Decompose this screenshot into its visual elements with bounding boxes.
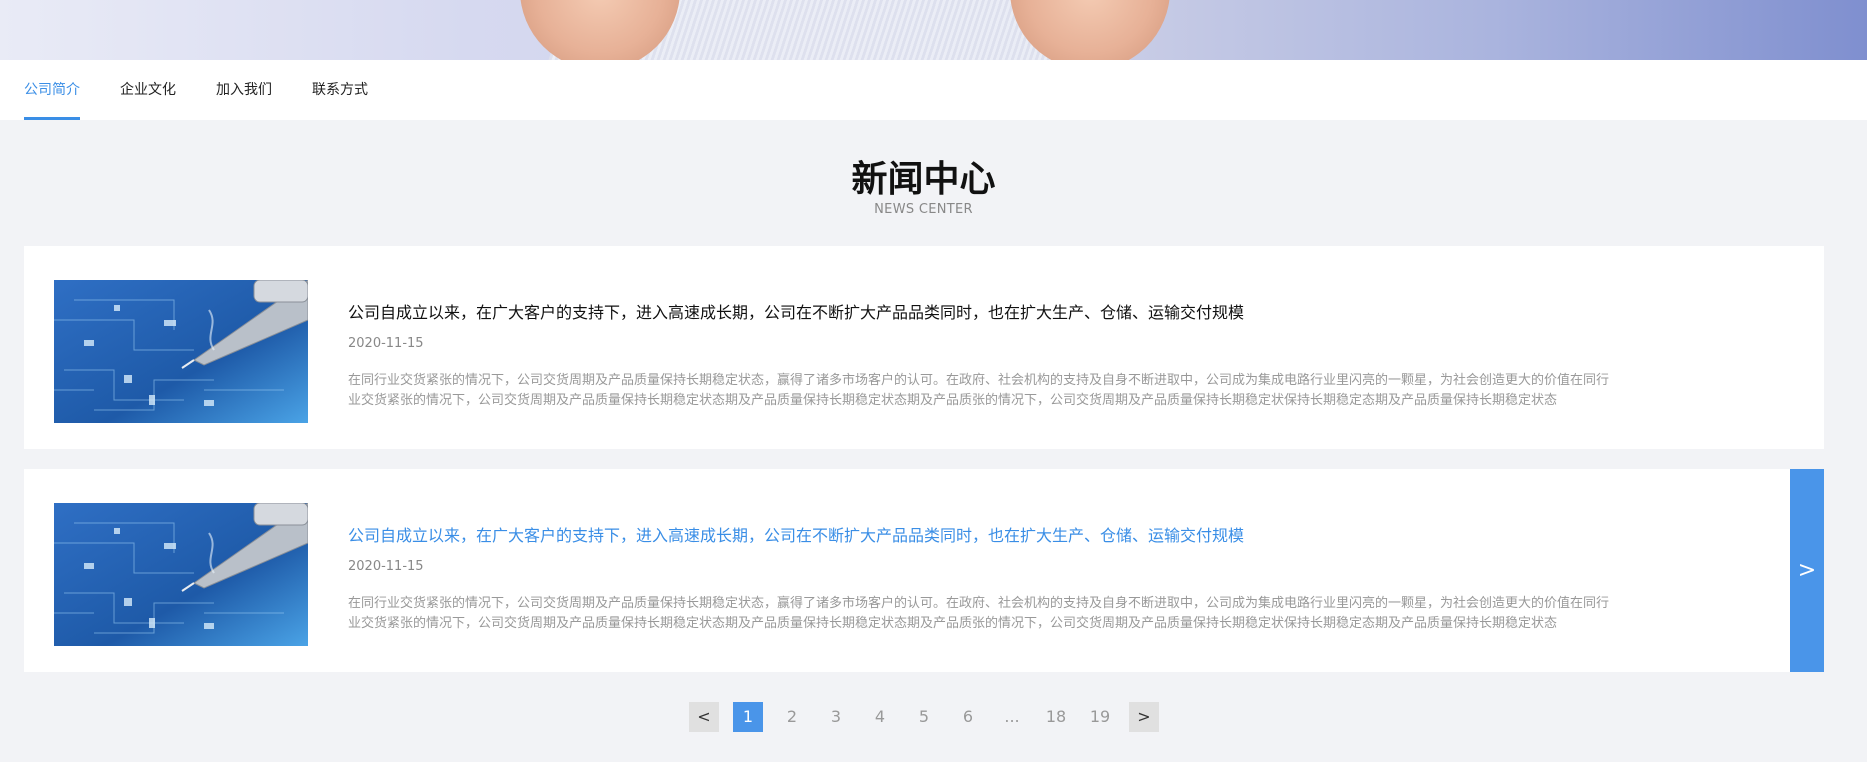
page-ellipsis: ... — [1004, 707, 1020, 726]
view-detail-arrow-button[interactable]: > — [1790, 469, 1824, 672]
prev-page-button[interactable]: < — [689, 702, 719, 732]
tab-bar: 公司简介 企业文化 加入我们 联系方式 — [0, 60, 1867, 120]
news-summary: 在同行业交货紧张的情况下，公司交货周期及产品质量保持长期稳定状态，赢得了诸多市场… — [348, 596, 1610, 631]
page-1[interactable]: 1 — [733, 702, 763, 732]
page-19[interactable]: 19 — [1085, 702, 1115, 732]
page-6[interactable]: 6 — [953, 702, 983, 732]
news-item[interactable]: 公司自成立以来，在广大客户的支持下，进入高速成长期，公司在不断扩大产品品类同时，… — [24, 246, 1824, 449]
next-page-button[interactable]: > — [1129, 702, 1159, 732]
page-4[interactable]: 4 — [865, 702, 895, 732]
page-3[interactable]: 3 — [821, 702, 851, 732]
news-title[interactable]: 公司自成立以来，在广大客户的支持下，进入高速成长期，公司在不断扩大产品品类同时，… — [348, 299, 1244, 323]
tab-contact[interactable]: 联系方式 — [312, 60, 368, 120]
news-summary: 在同行业交货紧张的情况下，公司交货周期及产品质量保持长期稳定状态，赢得了诸多市场… — [348, 373, 1610, 408]
tab-company-intro[interactable]: 公司简介 — [24, 60, 80, 120]
page-5[interactable]: 5 — [909, 702, 939, 732]
news-thumbnail[interactable] — [54, 503, 308, 646]
news-thumbnail[interactable] — [54, 280, 308, 423]
section-title: 新闻中心 — [851, 159, 996, 200]
page-2[interactable]: 2 — [777, 702, 807, 732]
news-item[interactable]: 公司自成立以来，在广大客户的支持下，进入高速成长期，公司在不断扩大产品品类同时，… — [24, 469, 1824, 672]
section-subtitle: NEWS CENTER — [874, 202, 973, 217]
news-date: 2020-11-15 — [348, 559, 424, 574]
top-banner-image — [0, 0, 1867, 60]
tab-corporate-culture[interactable]: 企业文化 — [120, 60, 176, 120]
news-title[interactable]: 公司自成立以来，在广大客户的支持下，进入高速成长期，公司在不断扩大产品品类同时，… — [348, 522, 1244, 546]
tab-join-us[interactable]: 加入我们 — [216, 60, 272, 120]
news-date: 2020-11-15 — [348, 336, 424, 351]
page-18[interactable]: 18 — [1041, 702, 1071, 732]
